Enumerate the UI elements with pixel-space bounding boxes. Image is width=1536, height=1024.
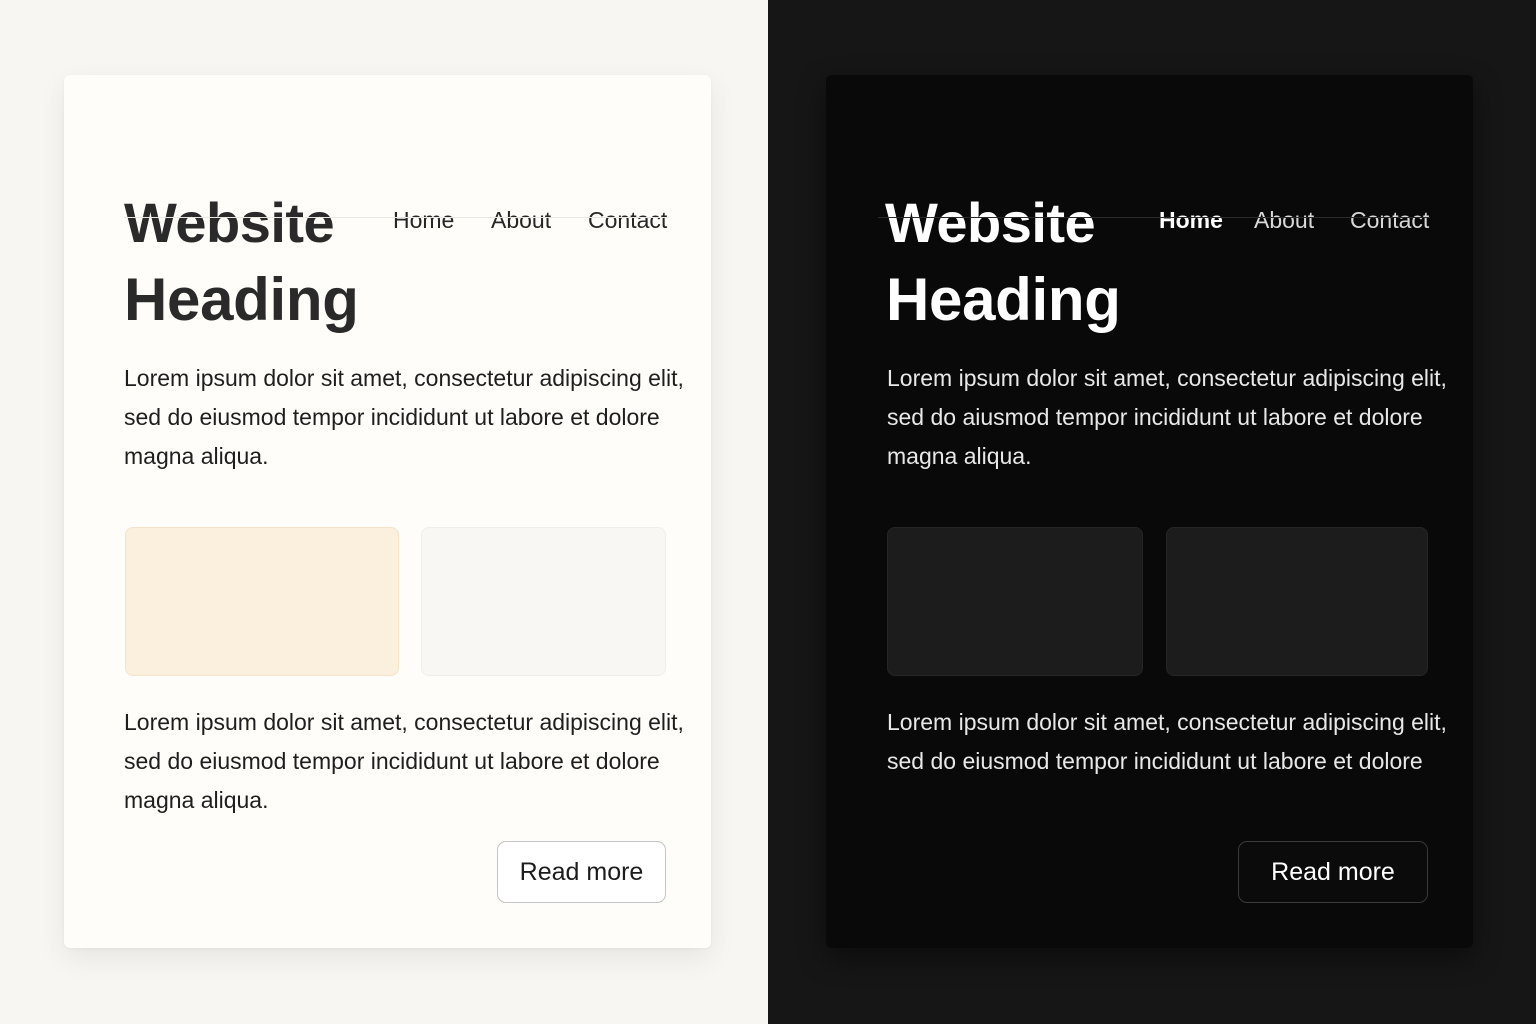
dark-website-card: Website Home About Contact Heading Lorem… — [826, 75, 1473, 948]
intro-paragraph: Lorem ipsum dolor sit amet, consectetur … — [887, 365, 1447, 469]
nav-contact-link[interactable]: Contact — [1350, 204, 1429, 236]
intro-paragraph: Lorem ipsum dolor sit amet, consectetur … — [124, 365, 684, 469]
page-heading: Heading — [886, 266, 1121, 333]
content-tile-2 — [1166, 527, 1428, 676]
header-divider — [878, 217, 1430, 218]
dark-mode-panel: Website Home About Contact Heading Lorem… — [768, 0, 1536, 1024]
light-website-card: Website Home About Contact Heading Lorem… — [64, 75, 711, 948]
read-more-button[interactable]: Read more — [1238, 841, 1428, 903]
content-tile-2 — [421, 527, 666, 676]
read-more-button[interactable]: Read more — [497, 841, 666, 903]
nav-home-link-active[interactable]: Home — [1159, 204, 1223, 236]
body-paragraph: Lorem ipsum dolor sit amet, consectetur … — [124, 709, 684, 813]
content-tile-1 — [125, 527, 399, 676]
nav-home-link[interactable]: Home — [393, 204, 454, 236]
page-heading: Heading — [124, 266, 359, 333]
body-paragraph: Lorem ipsum dolor sit amet, consectetur … — [887, 709, 1447, 774]
site-logo-text[interactable]: Website — [885, 191, 1096, 255]
site-logo-text[interactable]: Website — [124, 191, 335, 255]
nav-about-link[interactable]: About — [1254, 204, 1314, 236]
nav-about-link[interactable]: About — [491, 204, 551, 236]
header-divider — [124, 217, 669, 218]
nav-contact-link[interactable]: Contact — [588, 204, 667, 236]
light-mode-panel: Website Home About Contact Heading Lorem… — [0, 0, 768, 1024]
content-tile-1 — [887, 527, 1143, 676]
